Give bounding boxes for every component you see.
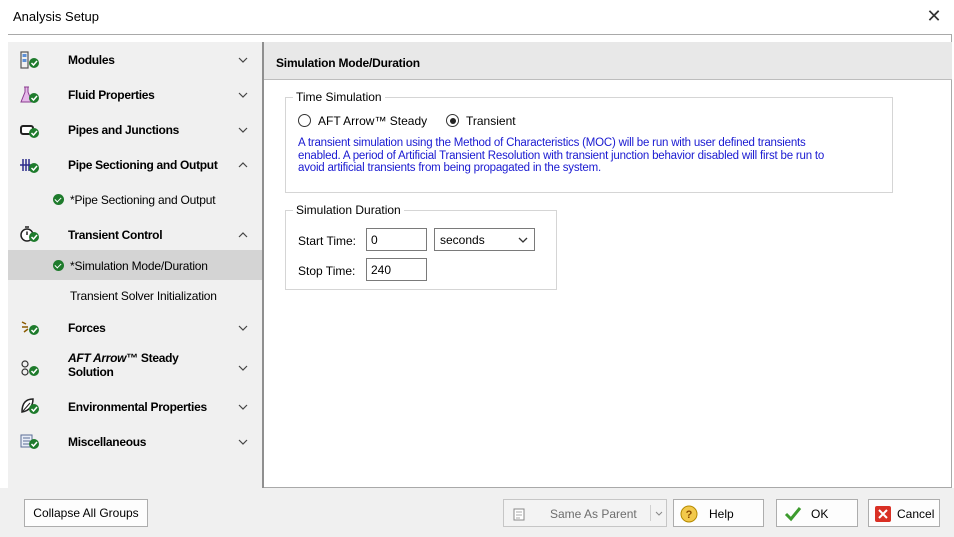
sidebar-group-label: Pipe Sectioning and Output [68,158,218,172]
start-time-label: Start Time: [298,234,357,248]
help-button[interactable]: ? Help [673,499,764,527]
check-circle-icon [53,260,64,271]
window-title: Analysis Setup [13,9,99,24]
transient-description: A transient simulation using the Method … [298,137,888,175]
panel-title: Simulation Mode/Duration [276,56,420,70]
cancel-label: Cancel [897,507,935,521]
leaf-icon [21,398,39,414]
radio-steady-circle[interactable] [298,114,311,127]
checkmark-icon [784,507,802,522]
time-units-select[interactable]: seconds [434,228,535,251]
sidebar-group-label: Environmental Properties [68,400,207,414]
chevron-down-icon [238,57,248,63]
sidebar-divider [262,42,264,488]
stop-time-label: Stop Time: [298,264,356,278]
sidebar-group-label: Modules [68,53,115,67]
steady-solution-icon [21,360,39,376]
radio-steady-label[interactable]: AFT Arrow™ Steady [318,114,427,128]
same-as-parent-button[interactable]: Same As Parent [503,499,667,527]
sidebar-group-label: AFT Arrow™ Steady Solution [68,351,179,379]
sidebar-item-label: *Pipe Sectioning and Output [70,193,216,207]
time-units-value: seconds [440,233,485,247]
radio-transient-circle[interactable] [446,114,459,127]
sidebar-group-label-italic: AFT Arrow [68,351,127,365]
start-time-input[interactable]: 0 [366,228,427,251]
sidebar-item-label: Transient Solver Initialization [70,289,217,303]
sidebar-group-miscellaneous[interactable]: Miscellaneous [8,424,262,458]
ok-label: OK [811,507,829,521]
sidebar-group-label-line2: Solution [68,365,114,379]
panel-header: Simulation Mode/Duration [264,42,952,80]
cancel-button[interactable]: Cancel [868,499,940,527]
title-bar: Analysis Setup ✕ [0,0,954,33]
sidebar-group-pipe-sectioning[interactable]: Pipe Sectioning and Output [8,147,262,181]
chevron-down-icon [518,237,528,243]
pipe-sectioning-icon [20,159,39,173]
sidebar-group-label: Pipes and Junctions [68,123,179,137]
sidebar-group-aft-arrow-steady-solution[interactable]: AFT Arrow™ Steady Solution [8,345,262,389]
flask-icon [20,86,39,103]
collapse-all-groups-button[interactable]: Collapse All Groups [24,499,148,527]
button-bar: Collapse All Groups Same As Parent ? Hel… [0,488,954,537]
forces-icon [21,321,39,335]
misc-icon [20,434,39,449]
sidebar: Modules Fluid Properties Pipes and Junct… [8,42,262,488]
pipe-icon [20,125,39,138]
collapse-all-label: Collapse All Groups [33,506,139,520]
help-icon: ? [680,505,698,523]
chevron-up-icon [238,232,248,238]
time-simulation-legend: Time Simulation [293,90,385,104]
stopwatch-icon [20,226,39,242]
chevron-down-icon [238,439,248,445]
cancel-icon [875,506,891,522]
sidebar-group-fluid-properties[interactable]: Fluid Properties [8,77,262,111]
sidebar-item-simulation-mode-duration[interactable]: *Simulation Mode/Duration [8,250,262,280]
chevron-down-icon [238,404,248,410]
stop-time-input[interactable]: 240 [366,258,427,281]
chevron-up-icon [238,162,248,168]
sidebar-item-transient-solver-init[interactable]: Transient Solver Initialization [8,280,262,310]
sidebar-group-label: Transient Control [68,228,163,242]
help-label: Help [709,507,734,521]
check-circle-icon [53,194,64,205]
sidebar-item-label: *Simulation Mode/Duration [70,259,208,273]
same-as-parent-label: Same As Parent [550,507,637,521]
chevron-down-icon [238,365,248,371]
chevron-down-icon [238,127,248,133]
ok-button[interactable]: OK [776,499,858,527]
close-icon[interactable]: ✕ [924,6,944,26]
sidebar-group-transient-control[interactable]: Transient Control [8,217,262,251]
sidebar-group-label: Fluid Properties [68,88,155,102]
split-divider [650,505,651,521]
document-icon [513,508,525,521]
description-line: avoid artificial transients from being p… [298,162,601,174]
sidebar-group-pipes-and-junctions[interactable]: Pipes and Junctions [8,112,262,146]
description-line: A transient simulation using the Method … [298,137,806,149]
radio-transient-label[interactable]: Transient [466,114,516,128]
sidebar-group-forces[interactable]: Forces [8,310,262,344]
sidebar-group-environmental-properties[interactable]: Environmental Properties [8,389,262,423]
sidebar-item-pipe-sectioning-output[interactable]: *Pipe Sectioning and Output [8,182,262,216]
chevron-down-icon [238,92,248,98]
simulation-duration-legend: Simulation Duration [293,203,404,217]
sidebar-group-label-suffix: ™ Steady [126,351,179,365]
sidebar-group-label: Forces [68,321,106,335]
chevron-down-icon [238,325,248,331]
description-line: enabled. A period of Artificial Transien… [298,149,825,162]
sidebar-group-label: Miscellaneous [68,435,147,449]
chevron-down-icon [655,511,663,516]
sidebar-group-modules[interactable]: Modules [8,42,262,76]
modules-icon [20,51,39,69]
svg-text:?: ? [686,509,693,521]
